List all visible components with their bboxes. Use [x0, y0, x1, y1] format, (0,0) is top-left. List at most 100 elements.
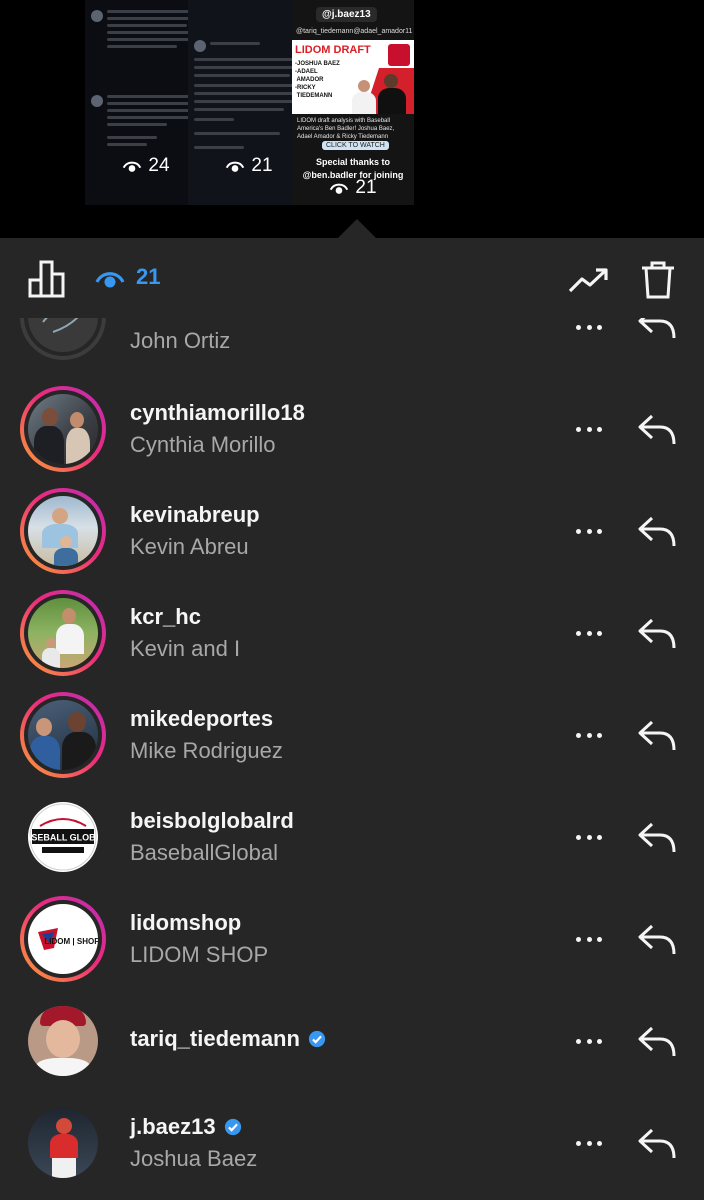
avatar-ring — [20, 1100, 106, 1186]
lidom-shop-logo: LIDOM | SHOP — [38, 928, 98, 950]
story-1-views-count: 24 — [148, 155, 170, 176]
more-icon[interactable] — [572, 516, 606, 546]
viewer-username[interactable]: cynthiamorillo18 — [130, 400, 305, 426]
avatar-ring: LIDOM | SHOP — [20, 896, 106, 982]
story-thumbnail-3-selected[interactable]: @j.baez13 @tariq_tiedemann @adael_amador… — [292, 0, 414, 205]
insights-icon[interactable] — [28, 260, 68, 298]
eye-icon — [330, 183, 349, 194]
username-text[interactable]: lidomshop — [130, 910, 241, 936]
trash-icon[interactable] — [640, 260, 676, 300]
reply-icon[interactable] — [636, 820, 678, 856]
verified-icon — [308, 1030, 326, 1048]
viewer-row[interactable]: tariq_tiedemann — [0, 990, 704, 1092]
story-caption: LIDOM draft analysis with Baseball Ameri… — [297, 118, 395, 140]
more-icon[interactable] — [572, 414, 606, 444]
more-icon[interactable] — [572, 318, 606, 342]
poster-title: LIDOM DRAFT — [295, 44, 371, 56]
trend-icon[interactable] — [568, 266, 610, 294]
avatar-ring — [20, 692, 106, 778]
username-text[interactable]: cynthiamorillo18 — [130, 400, 305, 426]
viewer-username[interactable]: lidomshop — [130, 910, 241, 936]
poster-names: -JOSHUA BAEZ -ADAEL AMADOR -RICKY TIEDEM… — [295, 61, 340, 99]
username-text[interactable]: beisbolglobalrd — [130, 808, 294, 834]
avatar[interactable]: BASEBALL GLOBAL — [28, 802, 98, 872]
story-tag-right: @adael_amador11 — [353, 28, 413, 35]
story-2-views-count: 21 — [251, 155, 273, 176]
viewer-row[interactable]: BASEBALL GLOBAL beisbolglobalrd Baseball… — [0, 786, 704, 888]
avatar-ring — [20, 386, 106, 472]
reply-icon[interactable] — [636, 616, 678, 652]
eye-icon — [226, 161, 245, 172]
avatar[interactable] — [28, 700, 98, 770]
username-text[interactable]: kcr_hc — [130, 604, 201, 630]
avatar[interactable]: LIDOM | SHOP — [28, 904, 98, 974]
avatar[interactable] — [28, 394, 98, 464]
avatar[interactable] — [28, 1006, 98, 1076]
viewer-fullname: LIDOM SHOP — [130, 942, 269, 967]
more-icon[interactable] — [572, 1026, 606, 1056]
eye-icon — [95, 272, 125, 288]
click-to-watch-sticker[interactable]: CLICK TO WATCH — [322, 141, 389, 150]
story-thumbnail-strip: 24 21 @j.baez13 @tariq_tiedemann @adael_… — [0, 0, 704, 238]
reply-icon[interactable] — [636, 514, 678, 550]
viewer-row[interactable]: jo John Ortiz — [0, 318, 704, 368]
story-tag-left: @tariq_tiedemann — [296, 28, 354, 35]
reply-icon[interactable] — [636, 1024, 678, 1060]
username-text[interactable]: j.baez13 — [130, 1114, 216, 1140]
more-icon[interactable] — [572, 720, 606, 750]
reply-icon[interactable] — [636, 1126, 678, 1162]
lidom-logo — [388, 44, 410, 66]
username-text[interactable]: mikedeportes — [130, 706, 273, 732]
story-3-views-count: 21 — [355, 177, 377, 198]
viewer-row[interactable]: cynthiamorillo18 Cynthia Morillo — [0, 378, 704, 480]
more-icon[interactable] — [572, 924, 606, 954]
viewer-fullname: John Ortiz — [130, 328, 231, 353]
viewer-row[interactable]: kevinabreup Kevin Abreu — [0, 480, 704, 582]
viewer-row[interactable]: kcr_hc Kevin and I — [0, 582, 704, 684]
viewer-username[interactable]: beisbolglobalrd — [130, 808, 294, 834]
avatar-ring: BASEBALL GLOBAL — [20, 794, 106, 880]
avatar[interactable] — [28, 598, 98, 668]
verified-icon — [224, 1118, 241, 1136]
more-icon[interactable] — [572, 1128, 606, 1158]
viewer-fullname: Mike Rodriguez — [130, 738, 283, 763]
viewer-fullname: Kevin Abreu — [130, 534, 249, 559]
viewer-row[interactable]: j.baez13 Joshua Baez — [0, 1092, 704, 1194]
viewer-username[interactable]: j.baez13 — [130, 1114, 242, 1140]
viewer-row[interactable]: LIDOM | SHOP lidomshop LIDOM SHOP — [0, 888, 704, 990]
more-icon[interactable] — [572, 618, 606, 648]
story-insights-toolbar — [0, 238, 704, 318]
avatar[interactable] — [28, 318, 98, 352]
eye-icon — [123, 161, 142, 172]
logo-text: BASEBALL GLOBAL — [28, 833, 98, 843]
viewer-username[interactable]: mikedeportes — [130, 706, 273, 732]
viewer-username[interactable]: tariq_tiedemann — [130, 1026, 326, 1052]
selected-story-pointer — [338, 219, 376, 238]
avatar-ring — [20, 318, 106, 360]
viewer-fullname: Cynthia Morillo — [130, 432, 276, 457]
viewer-row[interactable]: mikedeportes Mike Rodriguez — [0, 684, 704, 786]
logo-text: LIDOM | SHOP — [44, 937, 98, 946]
viewer-fullname: BaseballGlobal — [130, 840, 278, 865]
draft-poster: LIDOM DRAFT -JOSHUA BAEZ -ADAEL AMADOR -… — [292, 40, 414, 114]
username-text[interactable]: kevinabreup — [130, 502, 260, 528]
viewer-username[interactable]: kcr_hc — [130, 604, 201, 630]
avatar[interactable] — [28, 496, 98, 566]
avatar-ring — [20, 488, 106, 574]
baseball-global-logo: BASEBALL GLOBAL — [28, 803, 98, 871]
reply-icon[interactable] — [636, 318, 678, 342]
story-mention-handle: @j.baez13 — [316, 7, 377, 22]
reply-icon[interactable] — [636, 922, 678, 958]
avatar-ring — [20, 590, 106, 676]
reply-icon[interactable] — [636, 412, 678, 448]
story-tags: @tariq_tiedemann @adael_amador11 — [296, 28, 413, 35]
avatar[interactable] — [28, 1108, 98, 1178]
viewers-count: 21 — [136, 264, 161, 289]
username-text[interactable]: tariq_tiedemann — [130, 1026, 300, 1052]
more-icon[interactable] — [572, 822, 606, 852]
avatar-ring — [20, 998, 106, 1084]
viewers-list[interactable]: jo John Ortiz cynthiamorillo18 Cynthia M… — [0, 318, 704, 1200]
viewer-fullname: Joshua Baez — [130, 1146, 258, 1171]
reply-icon[interactable] — [636, 718, 678, 754]
viewer-username[interactable]: kevinabreup — [130, 502, 260, 528]
